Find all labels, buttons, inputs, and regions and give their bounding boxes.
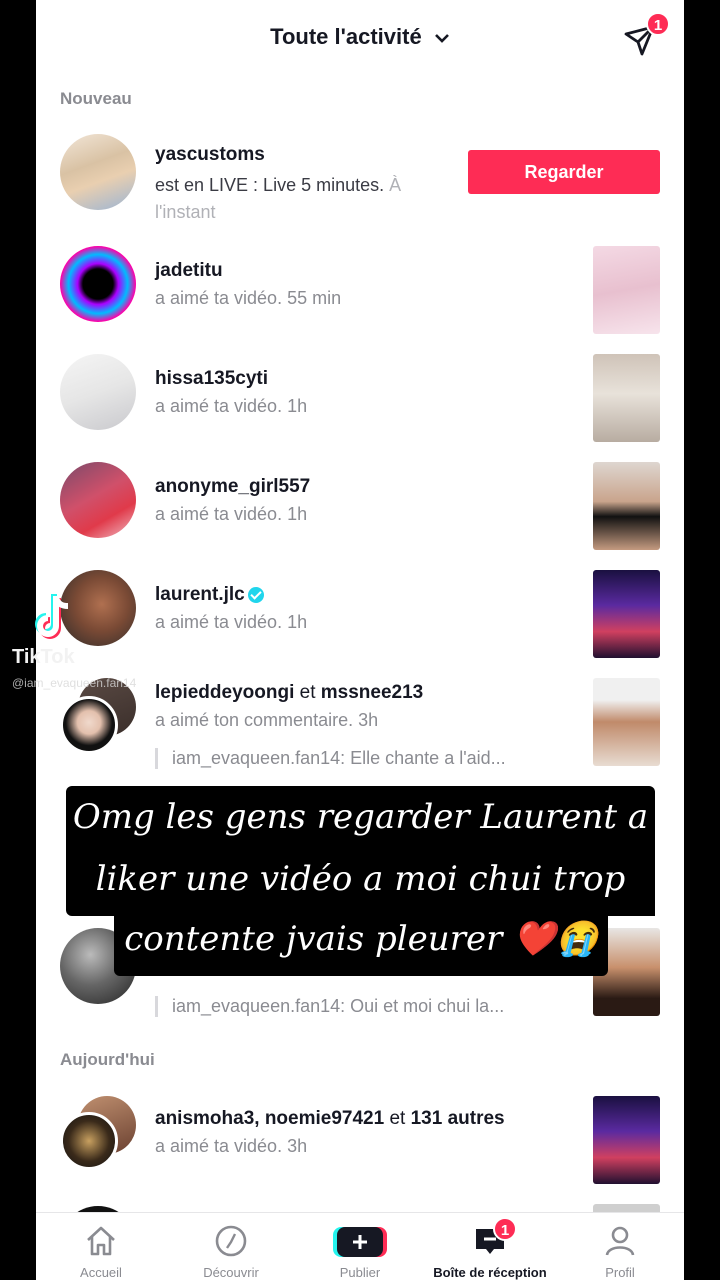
nav-publish-label: Publier	[339, 1265, 381, 1280]
list-item[interactable]: anonyme_girl557 a aimé ta vidéo. 1h	[36, 460, 684, 552]
notification-text: a aimé ta vidéo. 55 min	[155, 288, 342, 308]
create-plus-icon	[333, 1227, 387, 1257]
inbox-badge: 1	[493, 1217, 517, 1241]
top-bar: Toute l'activité 1	[36, 0, 684, 80]
overlay-caption-line-3: contente jvais pleurer ❤️😭	[114, 908, 608, 976]
nav-inbox-label: Boîte de réception	[433, 1265, 547, 1280]
nav-home-label: Accueil	[80, 1265, 122, 1280]
nav-discover[interactable]: Découvrir	[166, 1213, 296, 1280]
username[interactable]: lepieddeyoongi et mssnee213	[155, 682, 423, 704]
nav-inbox[interactable]: 1 Boîte de réception	[425, 1213, 555, 1280]
avatar[interactable]	[60, 462, 136, 538]
notification-text: a aimé ta vidéo. 1h	[155, 396, 308, 416]
video-thumbnail[interactable]	[593, 354, 660, 442]
bottom-navigation: Accueil Découvrir Publier 1 Boîte de réc…	[36, 1212, 684, 1280]
list-item[interactable]: lepieddeyoongi et mssnee213 a aimé ton c…	[36, 676, 684, 780]
activity-filter-dropdown[interactable]: Toute l'activité	[36, 24, 684, 50]
video-thumbnail[interactable]	[593, 1096, 660, 1184]
video-thumbnail[interactable]	[593, 462, 660, 550]
list-item[interactable]: hissa135cyti a aimé ta vidéo. 1h	[36, 352, 684, 444]
list-item[interactable]: yascustoms est en LIVE : Live 5 minutes.…	[36, 130, 684, 230]
verified-badge-icon	[247, 586, 264, 603]
tiktok-wordmark: TikTok	[12, 646, 75, 668]
chevron-down-icon	[434, 34, 449, 44]
overlay-caption-line-2: liker une vidéo a moi chui trop	[66, 848, 655, 916]
list-item[interactable]: jadetitu a aimé ta vidéo. 55 min	[36, 244, 684, 336]
comment-quote: iam_evaqueen.fan14: Oui et moi chui la..…	[155, 996, 565, 1017]
avatar[interactable]	[60, 354, 136, 430]
nav-discover-label: Découvrir	[203, 1265, 259, 1280]
avatar[interactable]	[60, 1112, 118, 1170]
nav-publish[interactable]: Publier	[295, 1213, 425, 1280]
compass-icon	[215, 1225, 247, 1257]
username[interactable]: anonyme_girl557	[155, 476, 310, 498]
video-thumbnail[interactable]	[593, 246, 660, 334]
avatar[interactable]	[60, 696, 118, 754]
avatar[interactable]	[60, 134, 136, 210]
activity-screen: Toute l'activité 1 Nouveau yascustoms es…	[36, 0, 684, 1280]
direct-messages-button[interactable]: 1	[622, 12, 670, 58]
username[interactable]: yascustoms	[155, 144, 265, 166]
home-icon	[87, 1226, 115, 1256]
activity-filter-label: Toute l'activité	[270, 24, 422, 49]
video-thumbnail[interactable]	[593, 678, 660, 766]
section-new-label: Nouveau	[60, 89, 132, 108]
overlay-caption-line-1: Omg les gens regarder Laurent a	[66, 786, 655, 848]
watermark-handle: @iam_evaqueen.fan14	[12, 676, 137, 690]
watch-live-button[interactable]: Regarder	[468, 150, 660, 194]
nav-profile[interactable]: Profil	[555, 1213, 684, 1280]
profile-icon	[605, 1226, 635, 1256]
notification-text: a aimé ta vidéo. 1h	[155, 612, 308, 632]
section-today-label: Aujourd'hui	[60, 1050, 155, 1069]
tiktok-watermark: TikTok @iam_evaqueen.fan14	[12, 590, 136, 690]
avatar[interactable]	[60, 246, 136, 322]
username[interactable]: laurent.jlc	[155, 584, 264, 606]
comment-quote: iam_evaqueen.fan14: Elle chante a l'aid.…	[155, 748, 565, 769]
username[interactable]: jadetitu	[155, 260, 223, 282]
timestamp: l'instant	[155, 202, 216, 222]
list-item[interactable]: laurent.jlc a aimé ta vidéo. 1h	[36, 568, 684, 660]
tiktok-logo-icon	[35, 594, 69, 639]
notification-text: a aimé ta vidéo. 3h	[155, 1136, 308, 1156]
list-item[interactable]: anismoha3, noemie97421 et 131 autres a a…	[36, 1094, 684, 1186]
video-thumbnail[interactable]	[593, 1204, 660, 1212]
nav-home[interactable]: Accueil	[36, 1213, 166, 1280]
dm-badge: 1	[646, 12, 670, 36]
username[interactable]: anismoha3, noemie97421 et 131 autres	[155, 1108, 505, 1130]
notification-text: a aimé ta vidéo. 1h	[155, 504, 308, 524]
video-thumbnail[interactable]	[593, 570, 660, 658]
username[interactable]: hissa135cyti	[155, 368, 268, 390]
notification-text: est en LIVE : Live 5 minutes. À	[155, 175, 402, 195]
notification-text: a aimé ton commentaire. 3h	[155, 710, 379, 730]
list-item[interactable]	[36, 1200, 684, 1212]
nav-profile-label: Profil	[605, 1265, 635, 1280]
